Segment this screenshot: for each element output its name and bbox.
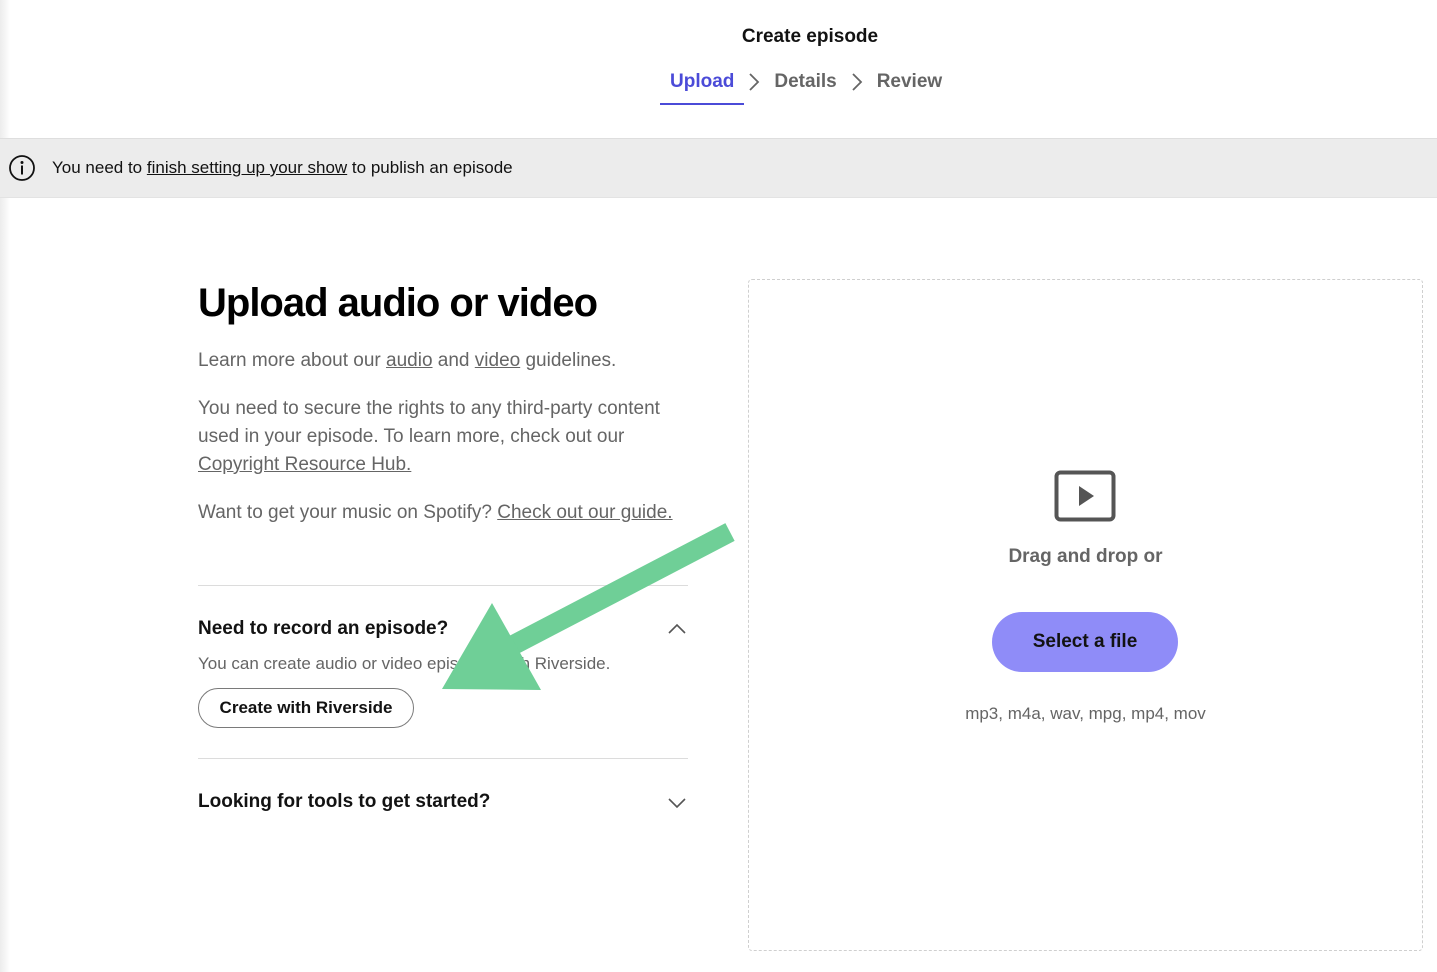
info-icon bbox=[8, 154, 36, 182]
divider bbox=[198, 585, 688, 586]
banner-message: You need to finish setting up your show … bbox=[52, 158, 513, 178]
audio-guidelines-link[interactable]: audio bbox=[386, 350, 433, 371]
step-review[interactable]: Review bbox=[867, 71, 952, 93]
record-episode-heading[interactable]: Need to record an episode? bbox=[198, 618, 448, 640]
banner-text-after: to publish an episode bbox=[347, 158, 513, 177]
music-text: Want to get your music on Spotify? Check… bbox=[198, 499, 688, 527]
guidelines-text: Learn more about our audio and video gui… bbox=[198, 347, 688, 375]
chevron-down-icon[interactable] bbox=[666, 792, 688, 814]
tools-heading[interactable]: Looking for tools to get started? bbox=[198, 791, 490, 813]
upload-info-column: Upload audio or video Learn more about o… bbox=[198, 278, 688, 523]
create-episode-page: Create episode Upload Details Review You… bbox=[0, 0, 1437, 972]
record-episode-description: You can create audio or video episodes w… bbox=[198, 654, 611, 673]
guidelines-text-after: guidelines. bbox=[520, 350, 617, 371]
page-title: Upload audio or video bbox=[198, 281, 598, 325]
page-header-title: Create episode bbox=[741, 26, 879, 47]
finish-setup-link[interactable]: finish setting up your show bbox=[147, 158, 347, 177]
guidelines-text-before: Learn more about our bbox=[198, 350, 387, 371]
guidelines-text-middle: and bbox=[432, 350, 475, 371]
setup-warning-banner: You need to finish setting up your show … bbox=[0, 138, 1437, 198]
create-with-riverside-button[interactable]: Create with Riverside bbox=[198, 688, 414, 728]
rights-text: You need to secure the rights to any thi… bbox=[198, 395, 688, 479]
divider bbox=[198, 758, 688, 759]
video-play-icon bbox=[1054, 470, 1116, 522]
music-text-body: Want to get your music on Spotify? bbox=[198, 502, 498, 523]
chevron-right-icon bbox=[847, 68, 867, 96]
banner-text-before: You need to bbox=[52, 158, 147, 177]
drag-drop-label: Drag and drop or bbox=[1008, 546, 1163, 567]
video-guidelines-link[interactable]: video bbox=[475, 350, 520, 371]
step-upload[interactable]: Upload bbox=[660, 71, 745, 105]
step-details[interactable]: Details bbox=[764, 71, 846, 93]
music-guide-link[interactable]: Check out our guide. bbox=[497, 502, 672, 523]
chevron-up-icon[interactable] bbox=[666, 618, 688, 640]
chevron-right-icon bbox=[744, 68, 764, 96]
supported-formats: mp3, m4a, wav, mpg, mp4, mov bbox=[965, 704, 1206, 723]
stepper: Upload Details Review bbox=[660, 68, 952, 105]
copyright-hub-link[interactable]: Copyright Resource Hub. bbox=[198, 454, 411, 475]
select-file-button[interactable]: Select a file bbox=[992, 612, 1178, 672]
rights-text-body: You need to secure the rights to any thi… bbox=[198, 398, 660, 447]
